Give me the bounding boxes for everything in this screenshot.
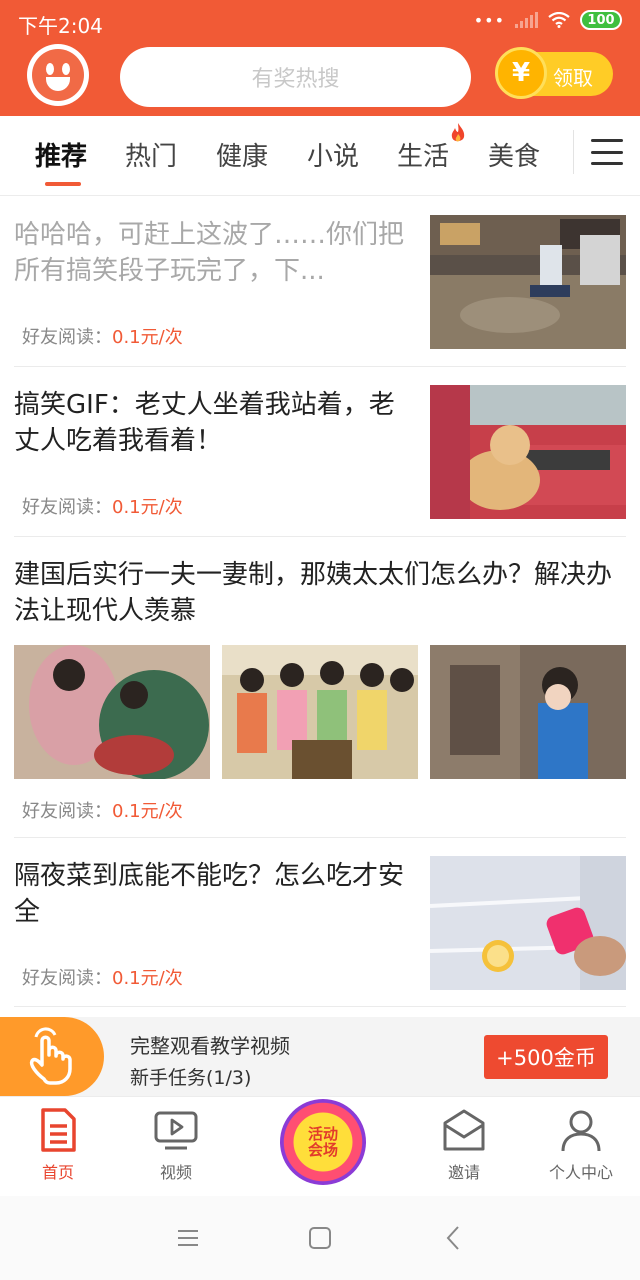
coin-icon: ¥	[495, 47, 547, 99]
reward-label: 领取	[553, 66, 593, 90]
read-price: 0.1元/次	[112, 327, 183, 348]
event-venue-button[interactable]: 活动 会场	[280, 1099, 366, 1185]
article-image	[14, 645, 210, 779]
read-label: 好友阅读：	[22, 801, 112, 822]
article-thumbnail	[430, 385, 626, 519]
article-thumbnail	[430, 215, 626, 349]
divider	[14, 536, 626, 537]
tab-life[interactable]: 生活	[397, 136, 449, 173]
active-tab-indicator	[45, 182, 81, 186]
article-meta: 好友阅读：0.1元/次	[22, 323, 183, 349]
wifi-icon	[548, 12, 570, 28]
article-item[interactable]: 隔夜菜到底能不能吃？怎么吃才安全 好友阅读：0.1元/次	[14, 856, 626, 992]
task-banner[interactable]: 完整观看教学视频 新手任务(1/3) +500金币	[0, 1017, 640, 1096]
search-input[interactable]: 有奖热搜	[120, 47, 471, 107]
article-item[interactable]: 建国后实行一夫一妻制，那姨太太们怎么办？解决办法让现代人羡慕 好友阅读：0.1元…	[14, 557, 626, 827]
article-meta: 好友阅读：0.1元/次	[22, 964, 183, 990]
battery-icon: 100	[580, 10, 622, 30]
article-title: 哈哈哈，可赶上这波了……你们把所有搞笑段子玩完了，下...	[14, 220, 405, 286]
more-dots-icon: •••	[473, 10, 505, 30]
nav-invite[interactable]: 邀请	[424, 1107, 504, 1183]
signal-icon	[515, 12, 538, 28]
nav-home[interactable]: 首页	[18, 1107, 98, 1183]
person-icon	[561, 1110, 601, 1152]
task-title: 完整观看教学视频	[130, 1034, 290, 1058]
read-label: 好友阅读：	[22, 968, 112, 989]
divider	[14, 366, 626, 367]
event-label-line2: 会场	[307, 1141, 338, 1159]
read-price: 0.1元/次	[112, 801, 183, 822]
document-icon	[41, 1108, 76, 1152]
hand-tap-icon	[0, 1017, 104, 1096]
home-icon[interactable]	[306, 1224, 334, 1252]
tab-novel[interactable]: 小说	[307, 136, 359, 173]
nav-profile-label: 个人中心	[548, 1163, 613, 1182]
mascot-avatar[interactable]	[27, 44, 89, 106]
article-item[interactable]: 哈哈哈，可赶上这波了……你们把所有搞笑段子玩完了，下... 好友阅读：0.1元/…	[14, 215, 626, 351]
task-subtitle: 新手任务(1/3)	[130, 1067, 252, 1089]
nav-invite-label: 邀请	[447, 1163, 480, 1182]
read-price: 0.1元/次	[112, 968, 183, 989]
video-play-icon	[154, 1111, 198, 1150]
back-icon[interactable]	[440, 1224, 468, 1252]
tab-popular[interactable]: 热门	[125, 136, 177, 173]
read-label: 好友阅读：	[22, 497, 112, 518]
event-label-line1: 活动	[307, 1125, 338, 1143]
article-image	[430, 645, 626, 779]
category-tabs: 推荐 热门 健康 小说 生活 美食	[0, 116, 640, 196]
read-price: 0.1元/次	[112, 497, 183, 518]
article-title: 搞笑GIF：老丈人坐着我站着，老丈人吃着我看着！	[14, 390, 395, 456]
tab-health[interactable]: 健康	[216, 136, 268, 173]
hot-flame-icon	[451, 123, 465, 142]
divider	[14, 837, 626, 838]
envelope-icon	[443, 1109, 485, 1151]
tab-food[interactable]: 美食	[488, 136, 540, 173]
nav-video-label: 视频	[159, 1163, 192, 1182]
system-navigation-bar	[0, 1196, 640, 1280]
article-image	[222, 645, 418, 779]
nav-profile[interactable]: 个人中心	[541, 1107, 621, 1183]
divider	[14, 1006, 626, 1007]
claim-coins-button[interactable]: +500金币	[484, 1035, 608, 1079]
tabs-divider	[573, 130, 574, 174]
smiley-icon	[32, 49, 84, 101]
article-thumbnail	[430, 856, 626, 990]
article-title: 隔夜菜到底能不能吃？怎么吃才安全	[14, 861, 405, 927]
article-title: 建国后实行一夫一妻制，那姨太太们怎么办？解决办法让现代人羡慕	[14, 560, 613, 626]
reward-claim-button[interactable]: ¥ 领取	[495, 47, 613, 99]
read-label: 好友阅读：	[22, 327, 112, 348]
bottom-navigation: 首页 视频 活动 会场 邀请 个人中心	[0, 1096, 640, 1196]
status-icons: ••• 100	[474, 10, 622, 30]
article-meta: 好友阅读：0.1元/次	[22, 797, 183, 823]
nav-home-label: 首页	[41, 1163, 74, 1182]
tab-recommend[interactable]: 推荐	[35, 136, 87, 173]
status-time: 下午2:04	[18, 14, 103, 38]
app-header: 下午2:04 ••• 100 有奖热搜 ¥ 领取	[0, 0, 640, 116]
article-item[interactable]: 搞笑GIF：老丈人坐着我站着，老丈人吃着我看着！ 好友阅读：0.1元/次	[14, 385, 626, 521]
nav-video[interactable]: 视频	[136, 1107, 216, 1183]
recent-apps-icon[interactable]	[174, 1224, 202, 1252]
menu-icon[interactable]	[591, 139, 623, 165]
article-meta: 好友阅读：0.1元/次	[22, 493, 183, 519]
